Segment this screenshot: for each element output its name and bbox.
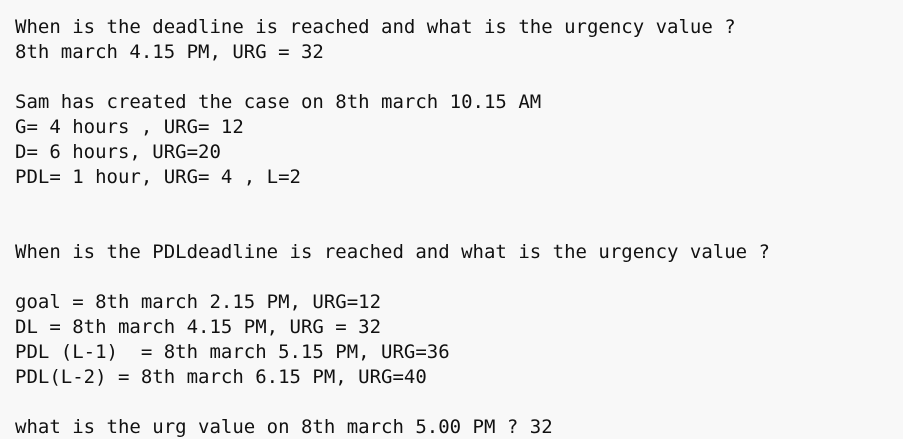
- goal-line: G= 4 hours , URG= 12: [15, 116, 244, 138]
- question-deadline: When is the deadline is reached and what…: [15, 16, 736, 38]
- case-created-line: Sam has created the case on 8th march 10…: [15, 91, 542, 113]
- question-pdl-deadline: When is the PDLdeadline is reached and w…: [15, 241, 770, 263]
- goal-answer-line: goal = 8th march 2.15 PM, URG=12: [15, 291, 382, 313]
- question-urg-value: what is the urg value on 8th march 5.00 …: [15, 416, 553, 438]
- pdl-line: PDL= 1 hour, URG= 4 , L=2: [15, 166, 301, 188]
- dl-answer-line: DL = 8th march 4.15 PM, URG = 32: [15, 316, 382, 338]
- pdl-l2-answer-line: PDL(L-2) = 8th march 6.15 PM, URG=40: [15, 366, 427, 388]
- document-page: When is the deadline is reached and what…: [0, 0, 903, 439]
- deadline-line: D= 6 hours, URG=20: [15, 141, 221, 163]
- answer-deadline: 8th march 4.15 PM, URG = 32: [15, 41, 324, 63]
- pdl-l1-answer-line: PDL (L-1) = 8th march 5.15 PM, URG=36: [15, 341, 450, 363]
